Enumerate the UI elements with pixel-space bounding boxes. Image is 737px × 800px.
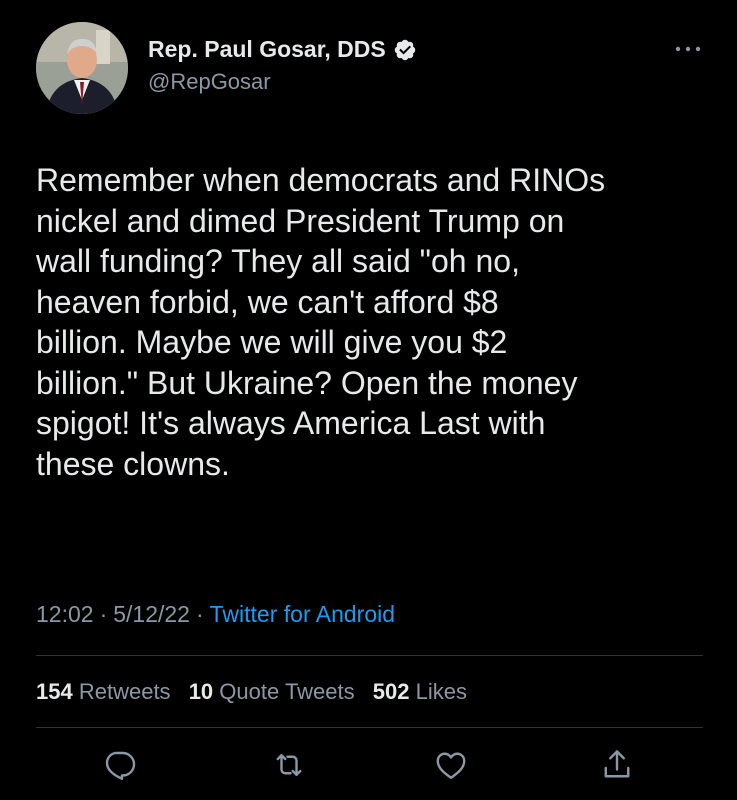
author-display-name[interactable]: Rep. Paul Gosar, DDS (148, 36, 417, 63)
tweet-actions (0, 744, 737, 794)
tweet-stats: 154 Retweets 10 Quote Tweets 502 Likes (36, 679, 479, 705)
quote-tweets-count: 10 (188, 679, 214, 704)
divider (36, 727, 703, 728)
meta-separator: · (195, 601, 204, 627)
tweet-source-link[interactable]: Twitter for Android (210, 601, 395, 627)
tweet-time[interactable]: 12:02 (36, 601, 94, 627)
verified-badge-icon (393, 38, 417, 62)
tweet-date[interactable]: 5/12/22 (113, 601, 190, 627)
tweet-header: Rep. Paul Gosar, DDS @RepGosar (36, 22, 703, 118)
author-names: Rep. Paul Gosar, DDS @RepGosar (148, 36, 417, 95)
retweet-icon[interactable] (271, 747, 307, 783)
quote-tweets-label: Quote Tweets (219, 679, 355, 704)
author-handle[interactable]: @RepGosar (148, 69, 417, 95)
tweet-meta: 12:02 · 5/12/22 · Twitter for Android (36, 601, 395, 628)
avatar[interactable] (36, 22, 128, 114)
more-options-icon[interactable] (673, 42, 703, 56)
meta-separator: · (99, 601, 108, 627)
like-icon[interactable] (433, 747, 469, 783)
likes-label: Likes (415, 679, 467, 704)
divider (36, 655, 703, 656)
retweets-stat[interactable]: 154 Retweets (36, 679, 171, 704)
retweets-count: 154 (36, 679, 73, 704)
likes-count: 502 (372, 679, 410, 704)
likes-stat[interactable]: 502 Likes (373, 679, 467, 704)
quote-tweets-stat[interactable]: 10 Quote Tweets (189, 679, 355, 704)
tweet-text: Remember when democrats and RINOs nickel… (36, 162, 606, 482)
retweets-label: Retweets (78, 679, 171, 704)
share-icon[interactable] (599, 747, 635, 783)
reply-icon[interactable] (101, 747, 137, 783)
display-name-text[interactable]: Rep. Paul Gosar, DDS (148, 36, 386, 63)
